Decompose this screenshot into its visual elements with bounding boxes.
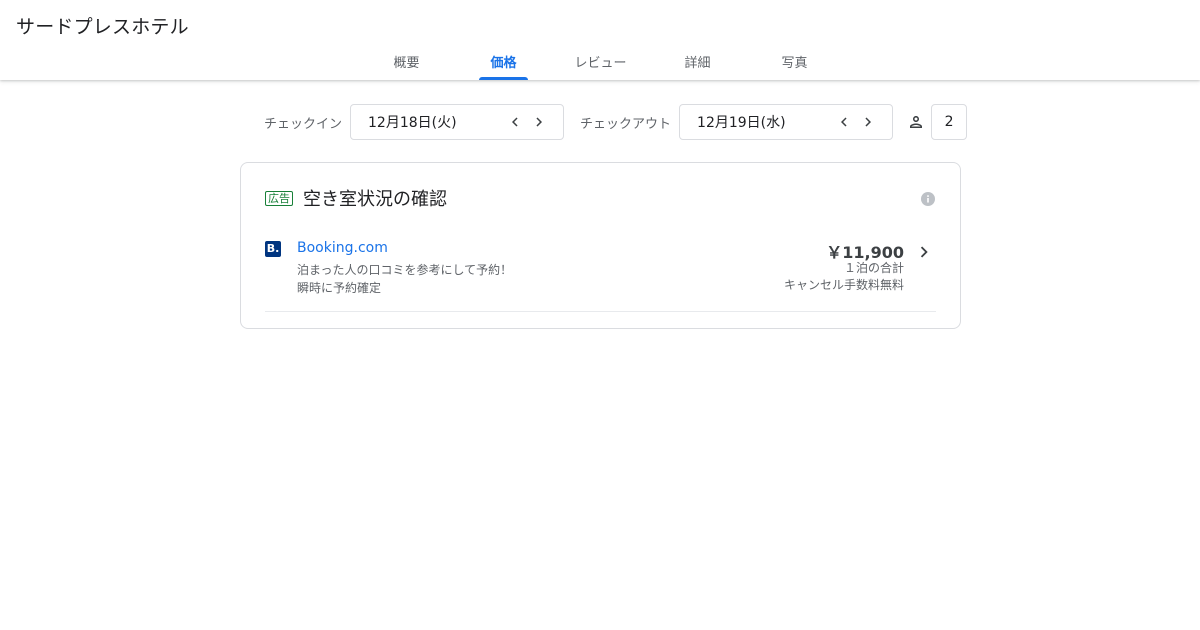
tab-photos[interactable]: 写真 bbox=[746, 48, 843, 80]
ad-badge: 広告 bbox=[265, 190, 293, 206]
person-icon bbox=[904, 110, 928, 134]
hotel-title: サードプレスホテル bbox=[16, 16, 189, 38]
provider-description: 泊まった人の口コミを参考にして予約！ bbox=[297, 263, 513, 277]
chevron-right-icon[interactable] bbox=[856, 110, 880, 134]
tab-details[interactable]: 詳細 bbox=[649, 48, 746, 80]
active-tab-indicator bbox=[479, 77, 528, 80]
checkin-date-field[interactable]: 12月18日(火) bbox=[350, 104, 565, 140]
tab-reviews[interactable]: レビュー bbox=[552, 48, 649, 80]
tab-label: 詳細 bbox=[684, 56, 711, 71]
tab-bar: 概要 価格 レビュー 詳細 写真 bbox=[358, 48, 843, 80]
booking-logo: B. bbox=[265, 241, 281, 257]
tab-label: レビュー bbox=[574, 56, 627, 71]
checkout-date-value: 12月19日(水) bbox=[697, 115, 786, 131]
tab-label: 概要 bbox=[393, 56, 420, 71]
tab-label: 写真 bbox=[781, 56, 808, 71]
provider-feature: 瞬時に予約確定 bbox=[297, 281, 382, 295]
cancel-note: キャンセル手数料無料 bbox=[783, 278, 904, 292]
checkout-date-field[interactable]: 12月19日(水) bbox=[679, 104, 894, 140]
price-note: １泊の合計 bbox=[843, 261, 904, 275]
provider-name[interactable]: Booking.com bbox=[297, 240, 388, 256]
availability-title: 空き室状況の確認 bbox=[303, 189, 447, 210]
chevron-left-icon[interactable] bbox=[832, 110, 856, 134]
tab-label: 価格 bbox=[490, 56, 517, 71]
date-selector-row: チェックイン 12月18日(火) チェックアウト 12月19日(水) 2 bbox=[264, 104, 968, 140]
guest-count-field[interactable]: 2 bbox=[931, 104, 968, 140]
header: サードプレスホテル 概要 価格 レビュー 詳細 写真 bbox=[0, 0, 1200, 80]
chevron-left-icon[interactable] bbox=[503, 110, 527, 134]
info-icon[interactable] bbox=[920, 191, 936, 207]
tab-overview[interactable]: 概要 bbox=[358, 48, 455, 80]
checkin-date-value: 12月18日(火) bbox=[368, 115, 457, 131]
checkin-label: チェックイン bbox=[264, 116, 343, 132]
provider-row-booking[interactable]: B. Booking.com 泊まった人の口コミを参考にして予約！ 瞬時に予約確… bbox=[265, 239, 936, 312]
availability-card: 広告 空き室状況の確認 B. Booking.com 泊まった人の口コミを参考に… bbox=[240, 162, 961, 329]
guest-count: 2 bbox=[944, 114, 954, 130]
tab-prices[interactable]: 価格 bbox=[455, 48, 552, 80]
card-header: 広告 空き室状況の確認 bbox=[265, 185, 447, 211]
chevron-right-icon[interactable] bbox=[527, 110, 551, 134]
chevron-right-icon[interactable] bbox=[912, 240, 936, 264]
checkout-label: チェックアウト bbox=[580, 116, 672, 132]
